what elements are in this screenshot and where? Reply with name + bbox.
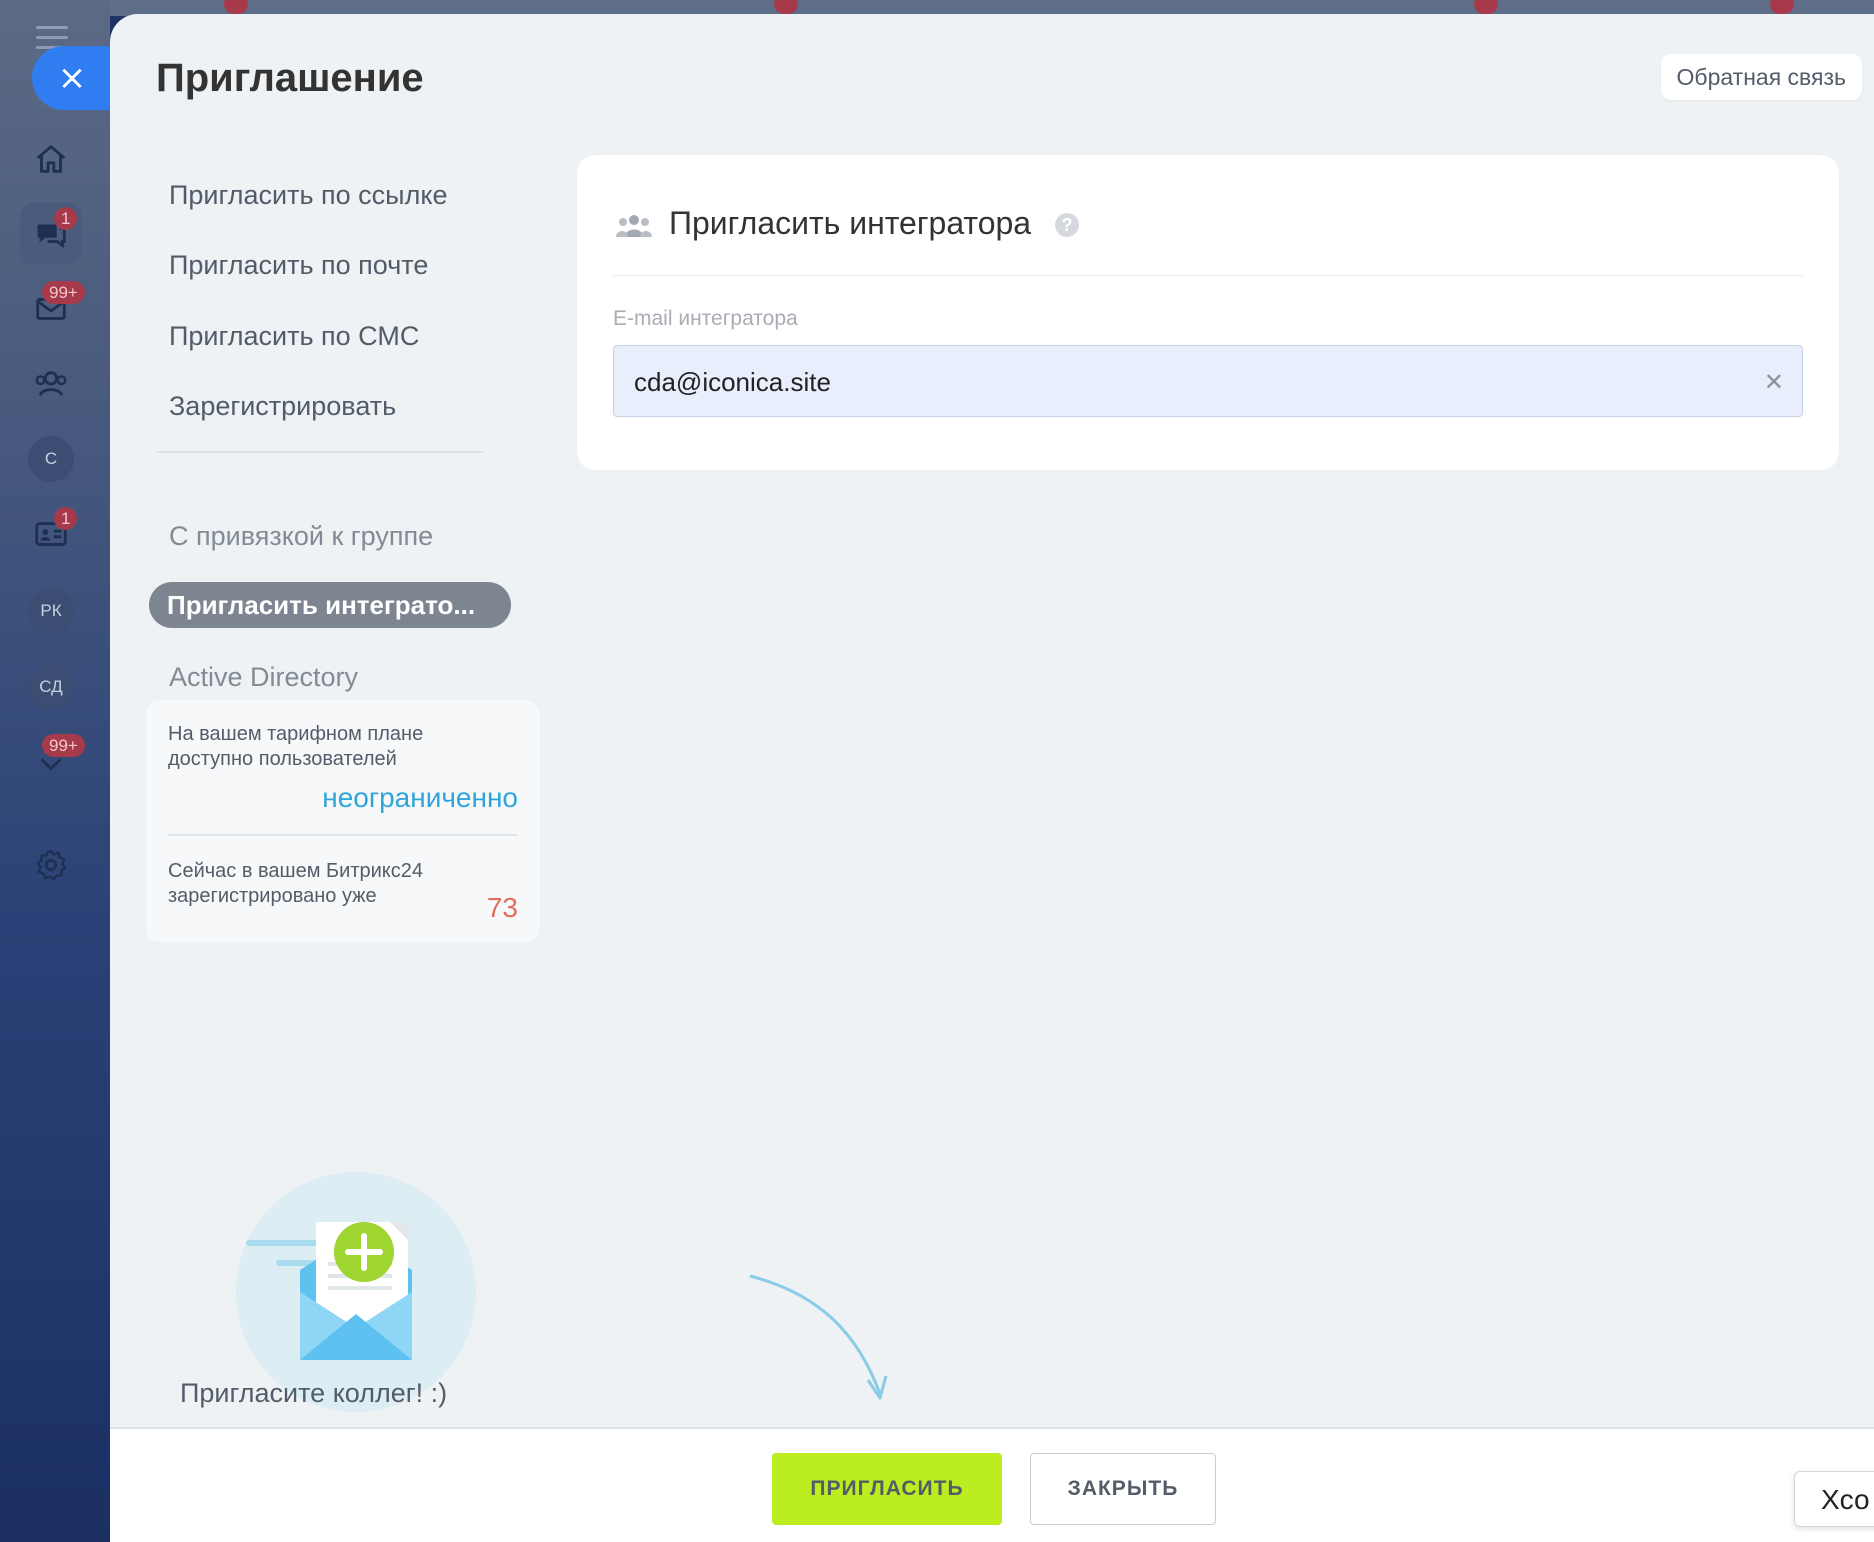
card-divider [613,275,1803,276]
limits-divider [168,834,518,836]
close-slider-button[interactable]: × [32,46,112,110]
cards-badge: 1 [54,507,78,530]
menu-item-with-group[interactable]: С привязкой к группе [169,521,433,552]
available-users-text: На вашем тарифном плане доступно пользов… [168,723,424,770]
left-sidebar: 1 99+ С 1 РК СД 99+ × [0,0,112,1542]
integrator-email-input[interactable] [632,346,1736,418]
invite-integrator-card: Пригласить интегратора ? E-mail интеграт… [577,155,1839,470]
chevron-down-icon[interactable]: 99+ [20,732,85,794]
tooltip-popup: Хсо [1794,1471,1874,1527]
menu-item-active-directory[interactable]: Active Directory [169,662,358,693]
hint-arrow [749,1274,888,1400]
gear-icon[interactable] [20,834,82,896]
integrator-email-field[interactable]: ✕ [613,345,1803,418]
menu-divider [157,451,483,453]
user-limits-box: На вашем тарифном плане доступно пользов… [146,700,540,942]
close-icon: × [57,58,87,98]
chat-badge: 1 [54,207,78,230]
tasks-badge: 99+ [42,734,85,757]
employees-icon[interactable] [20,353,82,415]
chat-icon[interactable]: 1 [20,203,82,265]
registered-users-value: 73 [486,892,518,923]
rail-group-sd[interactable]: СД [20,656,82,718]
rail-group-c[interactable]: С [20,428,82,490]
feedback-button[interactable]: Обратная связь [1660,54,1862,100]
help-icon[interactable]: ? [1055,213,1079,237]
contact-card-icon[interactable]: 1 [20,503,82,565]
invite-button[interactable]: ПРИГЛАСИТЬ [772,1453,1002,1525]
menu-item-invite-integrator[interactable]: Пригласить интеграто... [149,582,511,628]
panel-footer: ПРИГЛАСИТЬ ЗАКРЫТЬ Хсо [110,1427,1874,1542]
mail-badge: 99+ [42,281,85,304]
menu-item-invite-by-link[interactable]: Пригласить по ссылке [169,180,447,211]
mail-icon[interactable]: 99+ [20,277,85,339]
users-group-icon [616,215,652,237]
home-icon[interactable] [20,128,82,190]
rail-group-rk[interactable]: РК [20,580,82,642]
card-title: Пригласить интегратора [669,205,1032,241]
registered-users-text: Сейчас в вашем Битрикс24 зарегистрирован… [168,860,423,907]
available-users-value: неограниченно [322,782,518,813]
clear-icon[interactable]: ✕ [1764,368,1784,396]
promo-caption: Пригласите коллег! :) [180,1378,448,1408]
menu-item-register[interactable]: Зарегистрировать [169,391,396,422]
integrator-email-label: E-mail интегратора [613,307,798,330]
page-title: Приглашение [156,56,424,100]
invite-slider-panel: Приглашение Обратная связь Пригласить по… [110,14,1874,1542]
menu-item-invite-by-sms[interactable]: Пригласить по СМС [169,321,419,352]
close-button[interactable]: ЗАКРЫТЬ [1030,1453,1216,1525]
menu-item-invite-by-email[interactable]: Пригласить по почте [169,250,428,281]
